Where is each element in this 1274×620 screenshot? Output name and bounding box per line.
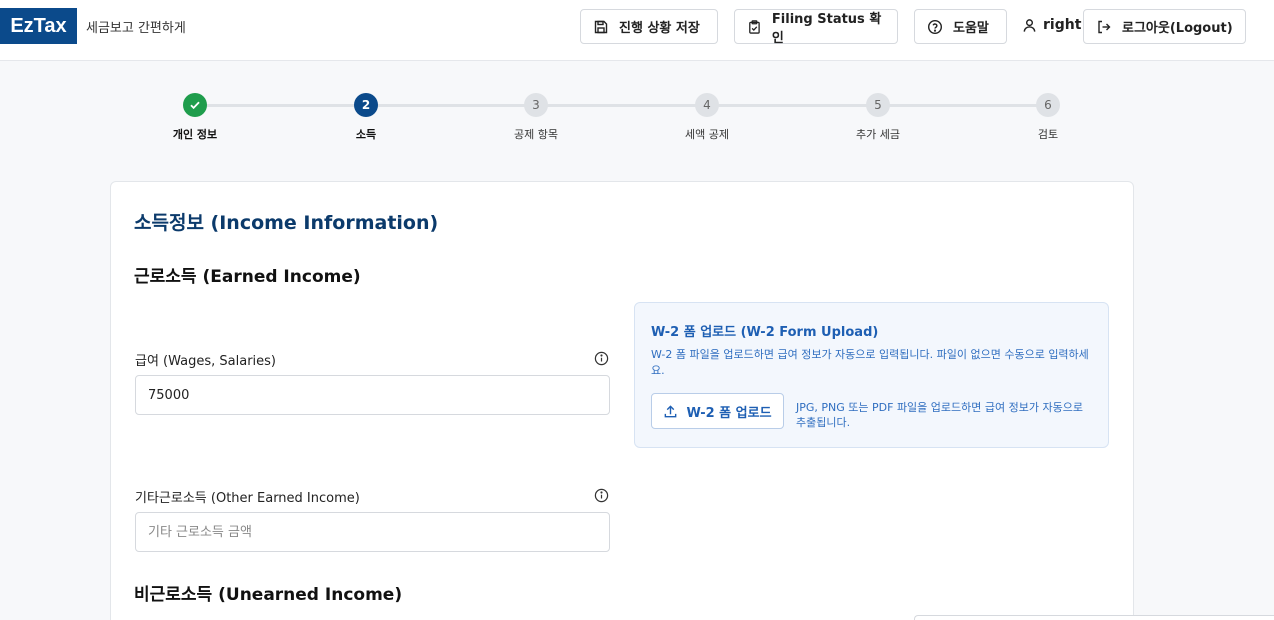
logo[interactable]: EzTax [0, 8, 77, 44]
save-icon [594, 20, 608, 33]
top-header: EzTax 세금보고 간편하게 진행 상황 저장 Filing Status 확… [0, 0, 1274, 61]
filing-status-label: Filing Status 확인 [771, 11, 882, 46]
step-3-circle[interactable]: 3 [524, 93, 548, 117]
stepper-track [195, 104, 1048, 107]
step-1-circle[interactable] [183, 93, 207, 117]
step-5-label: 추가 세금 [856, 128, 900, 141]
info-icon[interactable] [594, 488, 609, 503]
w2-upload-note: JPG, PNG 또는 PDF 파일을 업로드하면 급여 정보가 자동으로 추출… [796, 401, 1083, 429]
tagline: 세금보고 간편하게 [86, 21, 186, 36]
w2-upload-title: W-2 폼 업로드 (W-2 Form Upload) [651, 325, 879, 340]
earned-income-heading: 근로소득 (Earned Income) [134, 267, 361, 287]
step-1-label: 개인 정보 [172, 128, 218, 141]
help-label: 도움말 [953, 21, 989, 36]
step-5-circle[interactable]: 5 [866, 93, 890, 117]
wages-label: 급여 (Wages, Salaries) [135, 354, 276, 369]
w2-upload-button-label: W-2 폼 업로드 [686, 405, 772, 421]
filing-status-button[interactable]: Filing Status 확인 [734, 9, 898, 46]
save-progress-label: 진행 상황 저장 [619, 21, 700, 36]
floating-panel-edge [914, 615, 1274, 620]
clipboard-check-icon [749, 19, 760, 34]
logout-icon [1098, 20, 1111, 33]
w2-upload-panel: W-2 폼 업로드 (W-2 Form Upload) W-2 폼 파일을 업로… [634, 302, 1109, 448]
w2-upload-description: W-2 폼 파일을 업로드하면 급여 정보가 자동으로 입력됩니다. 파일이 없… [651, 348, 1089, 377]
page-title: 소득정보 (Income Information) [134, 212, 439, 234]
help-button[interactable]: 도움말 [914, 9, 1007, 44]
user-icon [1023, 18, 1036, 32]
logout-button[interactable]: 로그아웃(Logout) [1083, 9, 1246, 44]
step-2-label: 소득 [355, 128, 377, 141]
step-3-label: 공제 항목 [514, 128, 558, 141]
step-6-label: 검토 [1037, 128, 1059, 141]
wages-input[interactable] [135, 375, 610, 415]
logout-label: 로그아웃(Logout) [1122, 21, 1233, 36]
w2-upload-button[interactable]: W-2 폼 업로드 [651, 393, 784, 429]
unearned-income-heading: 비근로소득 (Unearned Income) [134, 585, 403, 605]
help-circle-icon [927, 19, 943, 34]
save-progress-button[interactable]: 진행 상황 저장 [580, 9, 718, 44]
username: right [1043, 17, 1082, 33]
info-icon[interactable] [594, 351, 609, 366]
step-4-label: 세액 공제 [685, 128, 729, 141]
step-6-circle[interactable]: 6 [1036, 93, 1060, 117]
step-4-circle[interactable]: 4 [695, 93, 719, 117]
step-2-circle[interactable]: 2 [354, 93, 378, 117]
user-menu[interactable]: right [1022, 17, 1081, 33]
upload-icon [665, 404, 677, 417]
other-earned-income-input[interactable] [135, 512, 610, 552]
other-earned-income-label: 기타근로소득 (Other Earned Income) [135, 491, 360, 506]
check-icon [190, 101, 200, 110]
